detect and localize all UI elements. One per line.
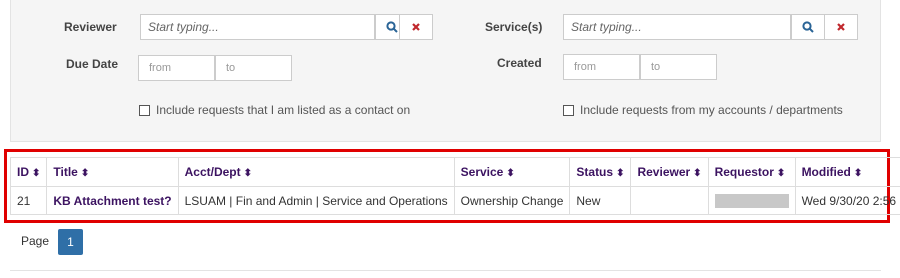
pager-label: Page bbox=[21, 234, 50, 248]
due-date-label: Due Date bbox=[66, 57, 119, 71]
sort-icon: ⬍ bbox=[32, 168, 41, 179]
cell-requestor bbox=[707, 186, 796, 215]
column-header-modified[interactable]: Modified ⬍ bbox=[794, 157, 900, 187]
checkbox-icon bbox=[139, 104, 150, 116]
results-table: ID ⬍ Title ⬍ Acct/Dept ⬍ Service ⬍ Status ⬍ R… bbox=[9, 157, 900, 215]
filter-panel: Reviewer Start typing... Service(s) Star… bbox=[10, 0, 881, 142]
column-header-id[interactable]: ID ⬍ bbox=[9, 157, 48, 187]
column-header-title[interactable]: Title ⬍ bbox=[46, 157, 179, 187]
include-accounts-checkbox[interactable]: Include requests from my accounts / depa… bbox=[563, 103, 843, 117]
include-accounts-label: Include requests from my accounts / depa… bbox=[580, 103, 843, 117]
results-highlight: ID ⬍ Title ⬍ Acct/Dept ⬍ Service ⬍ Status ⬍ R… bbox=[4, 149, 900, 223]
clear-icon bbox=[837, 23, 845, 31]
search-icon bbox=[386, 21, 398, 33]
services-label: Service(s) bbox=[485, 20, 543, 34]
created-to-input[interactable]: to bbox=[640, 54, 717, 80]
column-header-acct-dept[interactable]: Acct/Dept ⬍ bbox=[177, 157, 455, 187]
sort-icon: ⬍ bbox=[776, 168, 786, 179]
services-search-input[interactable]: Start typing... bbox=[563, 14, 791, 40]
page-1-button[interactable]: 1 bbox=[58, 229, 83, 255]
include-contact-label: Include requests that I am listed as a c… bbox=[156, 103, 411, 117]
sort-icon: ⬍ bbox=[80, 168, 90, 179]
services-clear-button[interactable] bbox=[824, 14, 858, 40]
cell-status: New bbox=[569, 186, 632, 215]
clear-icon bbox=[412, 23, 420, 31]
reviewer-label: Reviewer bbox=[64, 20, 117, 34]
column-header-service[interactable]: Service ⬍ bbox=[453, 157, 571, 187]
cell-id: 21 bbox=[9, 186, 48, 215]
due-date-to-input[interactable]: to bbox=[215, 55, 292, 81]
redacted-requestor bbox=[714, 193, 789, 208]
reviewer-search-input[interactable]: Start typing... bbox=[140, 14, 375, 40]
table-header-row: ID ⬍ Title ⬍ Acct/Dept ⬍ Service ⬍ Status ⬍ R… bbox=[9, 157, 900, 187]
sort-icon: ⬍ bbox=[693, 168, 702, 179]
column-header-status[interactable]: Status ⬍ bbox=[569, 157, 632, 187]
bottom-divider bbox=[10, 270, 881, 271]
sort-icon: ⬍ bbox=[616, 168, 625, 179]
sort-icon: ⬍ bbox=[506, 168, 515, 179]
services-search-button[interactable] bbox=[791, 14, 825, 40]
column-header-requestor[interactable]: Requestor ⬍ bbox=[707, 157, 796, 187]
cell-service: Ownership Change bbox=[453, 186, 571, 215]
checkbox-icon bbox=[563, 104, 574, 116]
reviewer-clear-button[interactable] bbox=[399, 14, 433, 40]
table-row[interactable]: 21 KB Attachment test? LSUAM | Fin and A… bbox=[9, 186, 900, 215]
cell-reviewer bbox=[630, 186, 709, 215]
created-from-input[interactable]: from bbox=[563, 54, 640, 80]
column-header-reviewer[interactable]: Reviewer ⬍ bbox=[630, 157, 709, 187]
cell-acct-dept: LSUAM | Fin and Admin | Service and Oper… bbox=[177, 186, 455, 215]
sort-icon: ⬍ bbox=[853, 168, 863, 179]
sort-icon: ⬍ bbox=[243, 168, 253, 179]
cell-modified: Wed 9/30/20 2:56 PM bbox=[794, 186, 900, 215]
search-icon bbox=[802, 21, 814, 33]
due-date-from-input[interactable]: from bbox=[138, 55, 215, 81]
created-label: Created bbox=[497, 56, 542, 70]
cell-title-link[interactable]: KB Attachment test? bbox=[46, 186, 179, 215]
include-contact-checkbox[interactable]: Include requests that I am listed as a c… bbox=[139, 103, 410, 117]
